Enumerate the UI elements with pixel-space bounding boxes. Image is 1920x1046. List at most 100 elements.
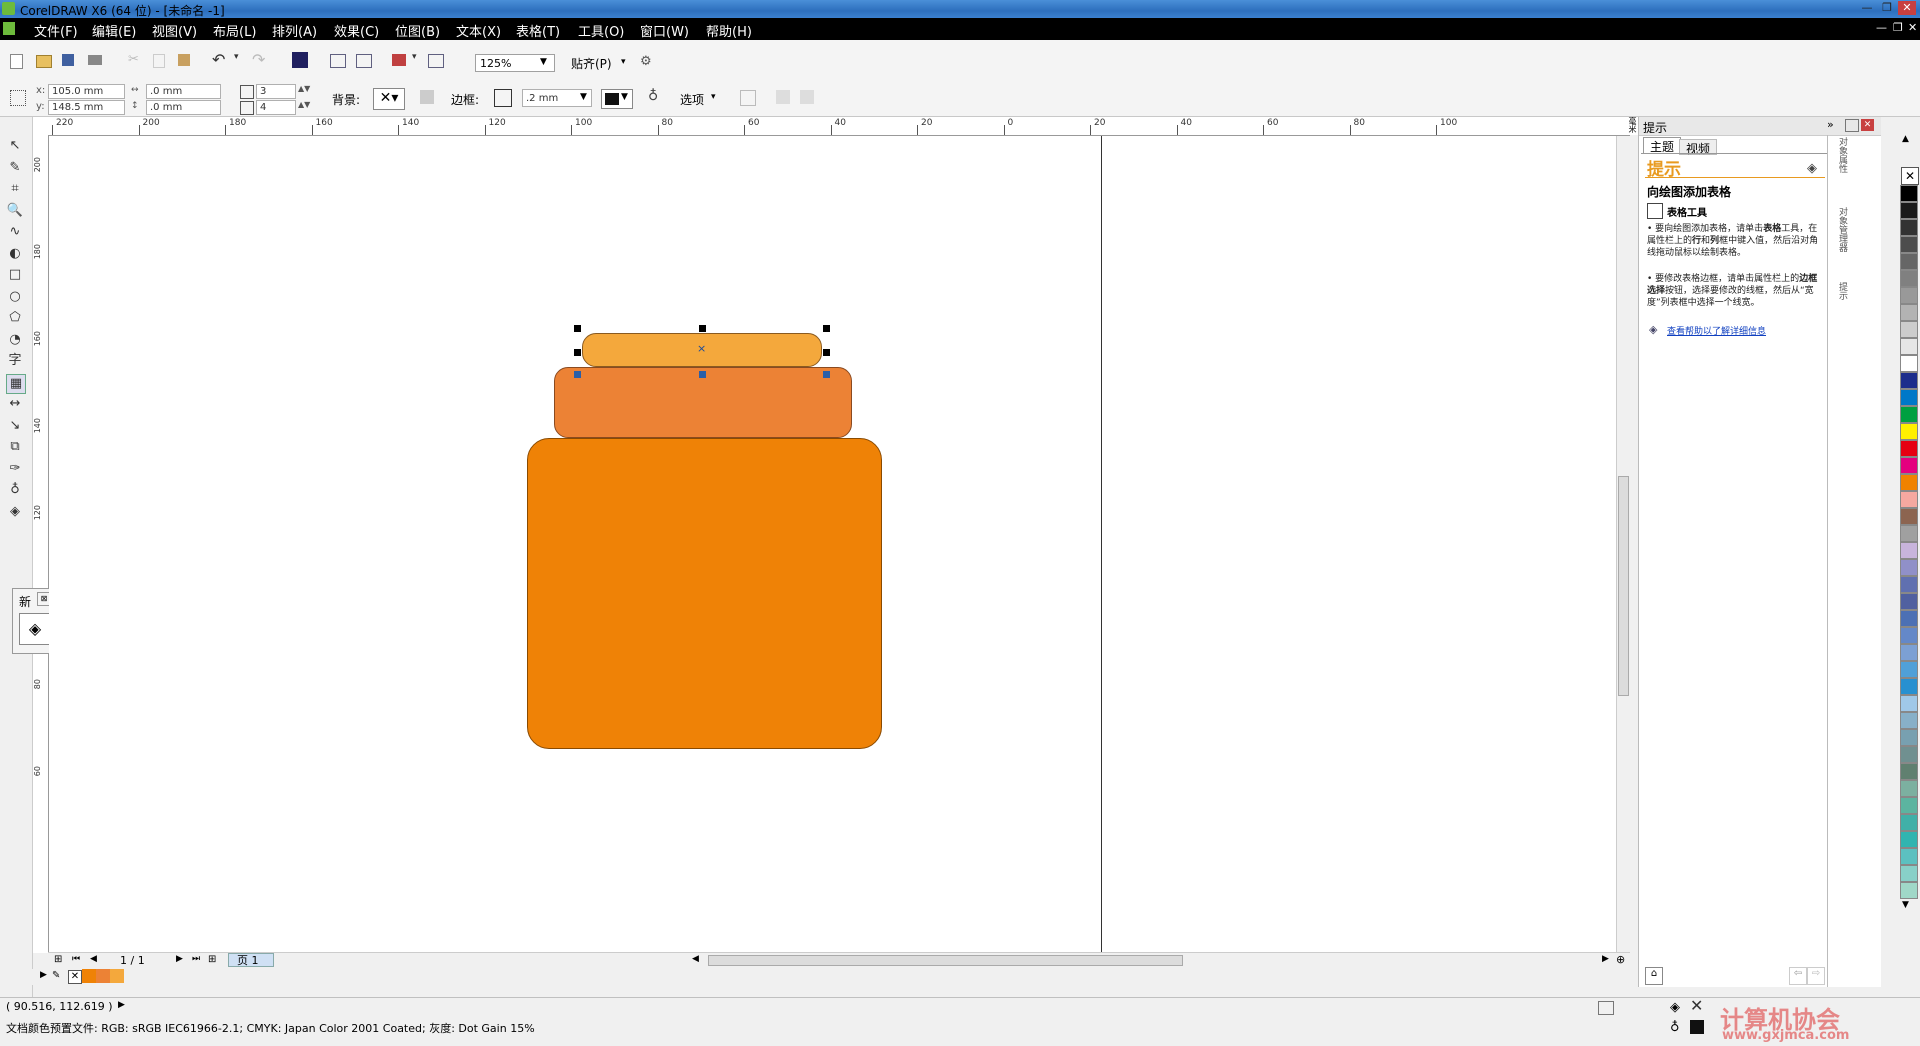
tab-topics[interactable]: 主题 xyxy=(1643,137,1681,154)
options-dropdown-icon[interactable]: ▾ xyxy=(711,92,716,102)
vertical-ruler[interactable]: 2001801601401201008060 xyxy=(32,135,49,953)
eyedropper-tool-icon[interactable]: ✑ xyxy=(6,460,24,478)
horizontal-scroll-thumb[interactable] xyxy=(708,955,1183,966)
eyedropper-icon[interactable]: ✎ xyxy=(52,970,60,981)
palette-menu-icon[interactable]: ▶ xyxy=(40,970,47,980)
columns-spinner[interactable]: ▲▼ xyxy=(298,100,310,109)
home-icon[interactable]: ⌂ xyxy=(1645,967,1663,985)
prev-page-icon[interactable]: ◀ xyxy=(90,954,97,964)
border-color-button[interactable]: ▼ xyxy=(601,89,633,109)
palette-swatch[interactable] xyxy=(1900,644,1918,661)
vertical-scrollbar[interactable] xyxy=(1616,136,1631,952)
edit-fill-icon[interactable] xyxy=(420,90,434,104)
status-expand-icon[interactable]: ▶ xyxy=(118,1000,125,1010)
page-tab[interactable]: 页 1 xyxy=(228,953,274,967)
columns-field[interactable]: 4 xyxy=(256,100,296,115)
undo-icon[interactable]: ↶ xyxy=(212,50,225,69)
side-tab-hints[interactable]: 提示 xyxy=(1833,282,1849,300)
print-icon[interactable] xyxy=(88,55,102,65)
palette-swatch[interactable] xyxy=(1900,321,1918,338)
palette-swatch[interactable] xyxy=(1900,253,1918,270)
status-config-icon[interactable] xyxy=(1598,1001,1614,1015)
smart-fill-icon[interactable]: ◈ xyxy=(19,613,51,645)
menu-window[interactable]: 窗口(W) xyxy=(640,21,689,40)
palette-swatch[interactable] xyxy=(1900,695,1918,712)
options-icon[interactable]: ⚙ xyxy=(640,54,652,69)
no-fill-swatch[interactable]: ✕ xyxy=(1901,167,1919,185)
bottom-rounded-rectangle[interactable] xyxy=(527,438,882,749)
doc-swatch[interactable] xyxy=(110,969,124,983)
palette-swatch[interactable] xyxy=(1900,508,1918,525)
publish-dropdown-icon[interactable]: ▾ xyxy=(412,52,417,62)
welcome-screen-icon[interactable] xyxy=(428,54,444,68)
palette-swatch[interactable] xyxy=(1900,848,1918,865)
basic-shapes-tool-icon[interactable]: ◔ xyxy=(6,331,24,349)
scroll-right-icon[interactable]: ▶ xyxy=(1602,954,1609,964)
palette-swatch[interactable] xyxy=(1900,185,1918,202)
doc-close-button[interactable]: ✕ xyxy=(1908,21,1917,34)
scroll-left-icon[interactable]: ◀ xyxy=(692,954,699,964)
palette-swatch[interactable] xyxy=(1900,338,1918,355)
palette-swatch[interactable] xyxy=(1900,202,1918,219)
palette-swatch[interactable] xyxy=(1900,627,1918,644)
palette-swatch[interactable] xyxy=(1900,304,1918,321)
help-link[interactable]: 查看帮助以了解详细信息 xyxy=(1667,324,1766,337)
menu-arrange[interactable]: 排列(A) xyxy=(272,21,317,40)
palette-swatch[interactable] xyxy=(1900,372,1918,389)
side-tab-object-manager[interactable]: 对象管理器 xyxy=(1833,207,1849,252)
selection-handle[interactable] xyxy=(574,349,581,356)
palette-swatch[interactable] xyxy=(1900,763,1918,780)
palette-swatch[interactable] xyxy=(1900,661,1918,678)
palette-swatch[interactable] xyxy=(1900,610,1918,627)
color-profile-text[interactable]: 文档颜色预置文件: RGB: sRGB IEC61966-2.1; CMYK: … xyxy=(6,1020,535,1036)
snap-dropdown-icon[interactable]: ▾ xyxy=(621,57,626,67)
last-page-icon[interactable]: ⏭ xyxy=(192,954,200,964)
palette-swatch[interactable] xyxy=(1900,593,1918,610)
palette-swatch[interactable] xyxy=(1900,270,1918,287)
menu-bitmaps[interactable]: 位图(B) xyxy=(395,21,440,40)
palette-swatch[interactable] xyxy=(1900,525,1918,542)
add-page-before-icon[interactable]: ⊞ xyxy=(54,954,62,965)
add-page-after-icon[interactable]: ⊞ xyxy=(208,954,216,965)
docker-close-icon[interactable]: ✕ xyxy=(1861,119,1874,131)
close-button[interactable]: ✕ xyxy=(1898,1,1916,15)
smart-fill-tool-icon[interactable]: ◐ xyxy=(6,245,24,263)
selection-handle[interactable] xyxy=(823,371,830,378)
menu-table[interactable]: 表格(T) xyxy=(516,21,560,40)
menu-tools[interactable]: 工具(O) xyxy=(578,21,624,40)
center-marker-icon[interactable]: × xyxy=(697,342,706,355)
palette-swatch[interactable] xyxy=(1900,678,1918,695)
crop-tool-icon[interactable]: ⌗ xyxy=(6,180,24,198)
no-color-swatch[interactable]: ✕ xyxy=(68,970,82,984)
palette-swatch[interactable] xyxy=(1900,712,1918,729)
drawing-canvas[interactable]: × xyxy=(49,136,1616,952)
menu-view[interactable]: 视图(V) xyxy=(152,21,197,40)
palette-swatch[interactable] xyxy=(1900,797,1918,814)
search-content-icon[interactable] xyxy=(292,52,308,68)
text-tool-icon[interactable]: 字 xyxy=(6,352,24,370)
border-select-icon[interactable] xyxy=(494,89,512,107)
side-tab-object-properties[interactable]: 对象属性 xyxy=(1833,137,1849,173)
outline-pen-icon[interactable]: ♁ xyxy=(648,88,658,104)
rectangle-tool-icon[interactable]: □ xyxy=(6,266,24,284)
palette-swatch[interactable] xyxy=(1900,814,1918,831)
menu-edit[interactable]: 编辑(E) xyxy=(92,21,136,40)
rows-field[interactable]: 3 xyxy=(256,84,296,99)
export-icon[interactable] xyxy=(356,54,372,68)
publish-icon[interactable] xyxy=(392,54,406,66)
forward-icon[interactable]: ⇨ xyxy=(1807,967,1825,985)
connector-tool-icon[interactable]: ↘ xyxy=(6,417,24,435)
next-page-icon[interactable]: ▶ xyxy=(176,954,183,964)
menu-help[interactable]: 帮助(H) xyxy=(706,21,752,40)
background-color-button[interactable]: ✕▾ xyxy=(373,88,405,110)
pick-tool-icon[interactable]: ↖ xyxy=(6,137,24,155)
ellipse-tool-icon[interactable]: ○ xyxy=(6,288,24,306)
palette-swatch[interactable] xyxy=(1900,440,1918,457)
outline-tool-icon[interactable]: ♁ xyxy=(6,481,24,499)
palette-swatch[interactable] xyxy=(1900,406,1918,423)
docker-minimize-icon[interactable] xyxy=(1845,119,1859,132)
blend-tool-icon[interactable]: ⧉ xyxy=(6,438,24,456)
to-front-icon[interactable] xyxy=(776,90,790,104)
fill-tool-icon[interactable]: ◈ xyxy=(6,503,24,521)
doc-minimize-button[interactable]: — xyxy=(1876,21,1887,34)
